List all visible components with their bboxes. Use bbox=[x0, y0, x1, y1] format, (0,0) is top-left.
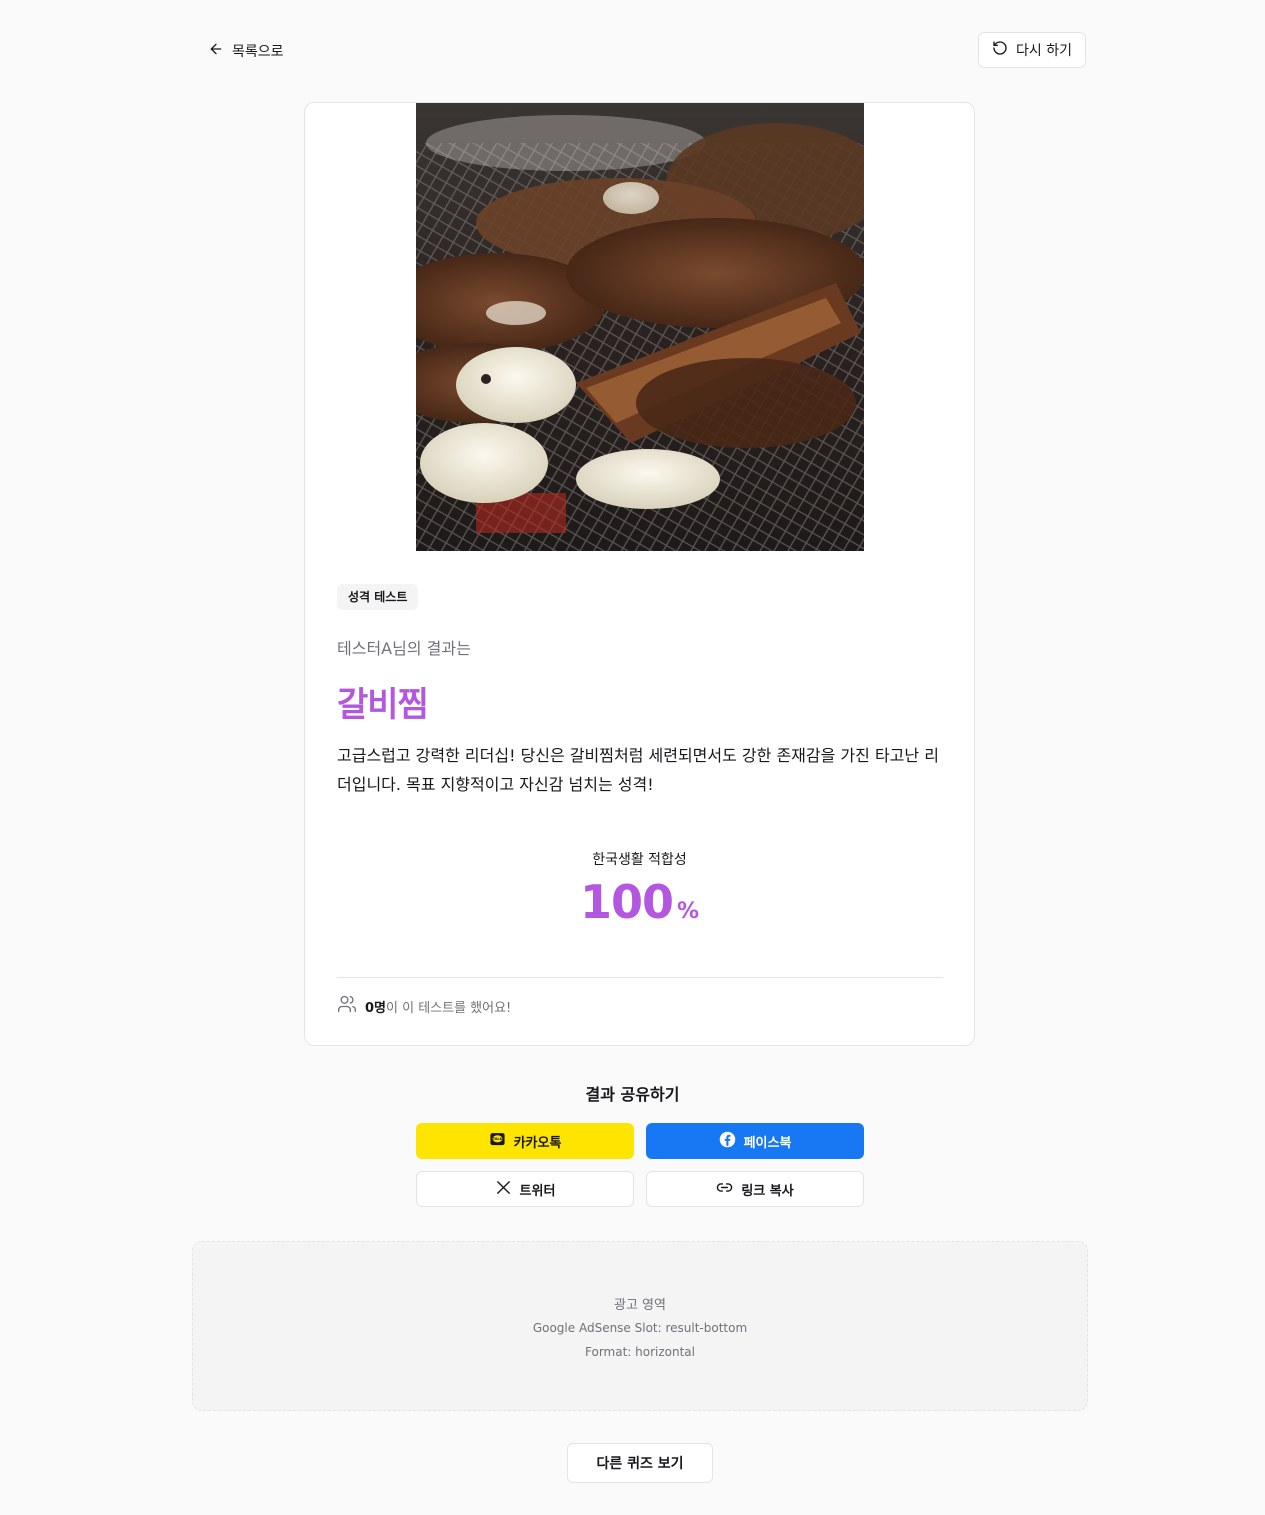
svg-text:TALK: TALK bbox=[492, 1137, 502, 1141]
result-description: 고급스럽고 강력한 리더십! 당신은 갈비찜처럼 세련되면서도 강한 존재감을 … bbox=[337, 746, 939, 794]
result-subtitle: 테스터A님의 결과는 bbox=[337, 639, 471, 658]
category-badge: 성격 테스트 bbox=[337, 584, 419, 610]
users-icon bbox=[337, 994, 357, 1018]
share-kakao-label: 카카오톡 bbox=[513, 1135, 562, 1151]
link-icon bbox=[716, 1179, 733, 1200]
score-number: 100 bbox=[579, 875, 674, 929]
rotate-ccw-icon bbox=[992, 40, 1008, 60]
retry-button-label: 다시 하기 bbox=[1016, 43, 1072, 59]
result-image bbox=[416, 103, 864, 551]
score-value: 100% bbox=[305, 875, 974, 929]
back-to-list-link[interactable]: 목록으로 bbox=[208, 40, 284, 62]
score-unit: % bbox=[676, 899, 700, 924]
participants-text: 0명이 이 테스트를 했어요! bbox=[365, 997, 511, 1016]
arrow-left-icon bbox=[208, 41, 224, 61]
share-facebook-label: 페이스북 bbox=[743, 1135, 792, 1151]
score-label: 한국생활 적합성 bbox=[592, 852, 687, 868]
x-logo-icon bbox=[495, 1179, 512, 1200]
top-bar: 목록으로 다시 하기 bbox=[0, 0, 1265, 100]
kakao-talk-icon: TALK bbox=[489, 1131, 506, 1152]
ad-slot-info: Google AdSense Slot: result-bottom bbox=[532, 1321, 748, 1335]
facebook-icon bbox=[719, 1131, 736, 1152]
result-card: 성격 테스트 테스터A님의 결과는 갈비찜 고급스럽고 강력한 리더십! 당신은… bbox=[304, 102, 975, 1046]
share-section-title: 결과 공유하기 bbox=[585, 1085, 680, 1104]
other-quiz-button[interactable]: 다른 퀴즈 보기 bbox=[567, 1443, 713, 1483]
copy-link-label: 링크 복사 bbox=[741, 1183, 794, 1199]
participants-info: 0명이 이 테스트를 했어요! bbox=[337, 994, 511, 1018]
back-link-label: 목록으로 bbox=[232, 44, 284, 60]
share-kakao-button[interactable]: TALK 카카오톡 bbox=[416, 1123, 634, 1159]
participants-suffix: 이 이 테스트를 했어요! bbox=[386, 1000, 512, 1016]
share-twitter-button[interactable]: 트위터 bbox=[416, 1171, 634, 1207]
ad-placeholder: 광고 영역 Google AdSense Slot: result-bottom… bbox=[192, 1241, 1088, 1411]
copy-link-button[interactable]: 링크 복사 bbox=[646, 1171, 864, 1207]
retry-button[interactable]: 다시 하기 bbox=[978, 32, 1086, 68]
ad-format-info: Format: horizontal bbox=[585, 1345, 695, 1359]
share-twitter-label: 트위터 bbox=[519, 1183, 556, 1199]
result-title: 갈비찜 bbox=[337, 685, 429, 725]
participants-count: 0명 bbox=[365, 1000, 387, 1016]
share-facebook-button[interactable]: 페이스북 bbox=[646, 1123, 864, 1159]
card-divider bbox=[337, 977, 943, 978]
ad-title: 광고 영역 bbox=[614, 1298, 666, 1313]
